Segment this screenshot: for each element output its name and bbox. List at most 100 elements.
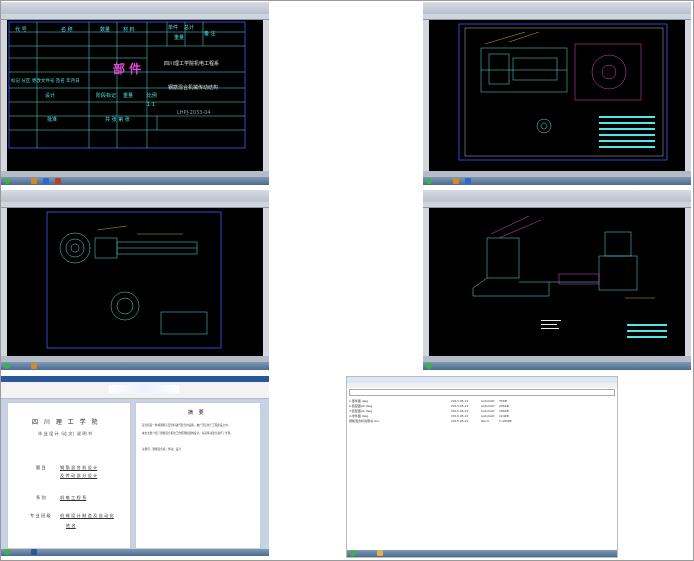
cad-window-part-drawing <box>1 190 269 370</box>
list-item-type: AutoCAD <box>481 404 495 408</box>
explorer-taskbar[interactable] <box>347 550 617 557</box>
abstract-line-1: 混合机是一种将钢筋与混合料进行混合的设备，被广泛应用于工程建设之中。 <box>142 424 231 427</box>
word-taskbar[interactable] <box>1 549 269 556</box>
cad-right-toolbar[interactable] <box>263 20 269 171</box>
shaft-drawing <box>46 211 222 349</box>
list-item-date: 2013-05-21 <box>451 404 469 408</box>
list-item-type: Word <box>481 419 489 423</box>
cell-quantity: 数量 <box>100 27 111 33</box>
app-icon[interactable] <box>465 178 471 184</box>
windows-taskbar[interactable] <box>423 362 691 370</box>
cell-check: 批准 <box>47 117 58 123</box>
cad-window-assembly-a1 <box>423 2 691 185</box>
start-icon[interactable] <box>350 550 356 556</box>
windows-taskbar[interactable] <box>423 177 691 185</box>
list-item-size: 186KB <box>499 409 509 413</box>
word-app-icon[interactable] <box>31 549 37 555</box>
start-icon[interactable] <box>426 178 432 184</box>
windows-taskbar[interactable] <box>1 362 269 370</box>
list-item-date: 2013-05-21 <box>451 414 469 418</box>
cad-window-parts-table: 代 号 名 称 数量 材 料 单件 总计 重量 备 注 部 件 四川理工学院机电… <box>1 2 269 185</box>
explorer-address-bar[interactable] <box>349 389 615 396</box>
explorer-window: 1.部件图.dwg 2013-05-21 AutoCAD 75KB 2.装配图A… <box>346 376 618 558</box>
list-item[interactable]: 1.部件图.dwg <box>349 399 368 403</box>
list-item-type: AutoCAD <box>481 409 495 413</box>
cell-big-title: 部 件 <box>113 62 142 76</box>
assembly-drawing <box>458 23 668 161</box>
app-icon[interactable] <box>55 178 61 184</box>
app-icon[interactable] <box>453 178 459 184</box>
start-icon[interactable] <box>4 549 10 555</box>
list-item-date: 2013-05-21 <box>451 419 469 423</box>
cell-weight2: 重量 <box>123 93 134 99</box>
list-item-size: 75KB <box>499 399 507 403</box>
folder-icon[interactable] <box>377 550 383 556</box>
start-icon[interactable] <box>4 178 10 184</box>
field-topic-value-2: 及 传 动 部 分 设 计 <box>60 473 98 478</box>
field-topic-label: 题 目 <box>36 465 46 470</box>
start-icon[interactable] <box>4 363 10 369</box>
cell-scale: 比例 <box>147 93 158 99</box>
field-dept-label: 系 别 <box>36 495 46 500</box>
cell-material: 材 料 <box>123 27 135 33</box>
cad-title-bar <box>1 2 269 14</box>
cad-drawing-canvas[interactable] <box>429 208 685 356</box>
cell-weight: 重量 <box>174 35 185 41</box>
list-item[interactable]: 2.装配图A0.dwg <box>349 404 372 408</box>
start-icon[interactable] <box>426 363 432 369</box>
abstract-keywords: 关键词：钢筋混合机；传动；设计 <box>142 448 181 451</box>
word-page-cover: 四 川 理 工 学 院 毕 业 设 计（论 文）说 明 书 题 目 钢 筋 混 … <box>7 402 131 549</box>
list-item-size: 1,430KB <box>499 419 512 423</box>
cell-total: 总计 <box>184 25 195 31</box>
word-ribbon[interactable] <box>1 382 269 399</box>
cell-unit-weight: 单件 <box>168 25 179 31</box>
cell-drawing: 钢筋混合机械传动结构 <box>168 85 219 91</box>
cell-code: 代 号 <box>15 27 27 33</box>
abstract-title: 摘 要 <box>188 410 206 416</box>
cad-drawing-canvas[interactable] <box>429 20 685 171</box>
cad-window-assembly-a0 <box>423 190 691 370</box>
cell-mark: 阶段标记 <box>96 93 117 99</box>
field-major-label: 专 业 班 级 <box>30 513 51 518</box>
cell-name: 名 称 <box>61 27 73 33</box>
word-window-thesis: 四 川 理 工 学 院 毕 业 设 计（论 文）说 明 书 题 目 钢 筋 混 … <box>1 376 269 556</box>
list-item-size: 296KB <box>499 404 509 408</box>
cell-scale-val: 1:1 <box>147 102 156 108</box>
cad-title-bar <box>1 190 269 202</box>
list-item-size: 124KB <box>499 414 509 418</box>
cad-right-toolbar[interactable] <box>685 208 691 356</box>
cell-school: 四川理工学院机电工程系 <box>164 61 220 67</box>
cell-design: 设计 <box>45 93 56 99</box>
cover-title: 四 川 理 工 学 院 <box>32 419 100 426</box>
field-dept-value: 机 电 工 程 系 <box>60 495 87 500</box>
field-major-value: 机 械 设 计 制 造 及 自 动 化 <box>60 513 114 518</box>
list-item[interactable]: 钢筋混合机说明书.doc <box>349 419 379 423</box>
app-icon[interactable] <box>43 178 49 184</box>
cell-number: LHPJ-2033-04 <box>177 110 211 116</box>
cad-right-toolbar[interactable] <box>263 208 269 356</box>
cover-subtitle: 毕 业 设 计（论 文）说 明 书 <box>38 431 93 436</box>
word-page-abstract: 摘 要 混合机是一种将钢筋与混合料进行混合的设备，被广泛应用于工程建设之中。 本… <box>135 402 261 549</box>
list-item-type: AutoCAD <box>481 399 495 403</box>
list-item[interactable]: 3.装配图A1.dwg <box>349 409 372 413</box>
explorer-menu-bar[interactable] <box>347 383 617 388</box>
app-icon[interactable] <box>31 178 37 184</box>
list-item-type: AutoCAD <box>481 414 495 418</box>
list-item-date: 2013-05-21 <box>451 399 469 403</box>
ribbon-style-swatches[interactable] <box>109 385 179 393</box>
cad-title-bar <box>423 190 691 202</box>
windows-taskbar[interactable] <box>1 177 269 185</box>
cell-zone: 标记 分区 更改文件号 签名 年月日 <box>11 79 80 84</box>
explorer-file-list[interactable]: 1.部件图.dwg 2013-05-21 AutoCAD 75KB 2.装配图A… <box>347 397 617 549</box>
cad-drawing-canvas[interactable] <box>7 208 263 356</box>
cad-right-toolbar[interactable] <box>685 20 691 171</box>
cad-title-bar <box>423 2 691 14</box>
field-topic-value: 钢 筋 混 合 机 设 计 <box>60 465 98 470</box>
cell-sheets: 共 张 第 张 <box>105 117 130 123</box>
list-item[interactable]: 4.零件图.dwg <box>349 414 368 418</box>
field-student: 姓 名 <box>66 523 76 528</box>
cell-remark: 备 注 <box>204 31 216 37</box>
app-icon[interactable] <box>31 363 37 369</box>
abstract-line-2: 本文主要介绍了钢筋混合机的工作原理和结构设计，对其传动部分进行了计算。 <box>142 432 233 435</box>
machine-drawing <box>472 215 667 338</box>
